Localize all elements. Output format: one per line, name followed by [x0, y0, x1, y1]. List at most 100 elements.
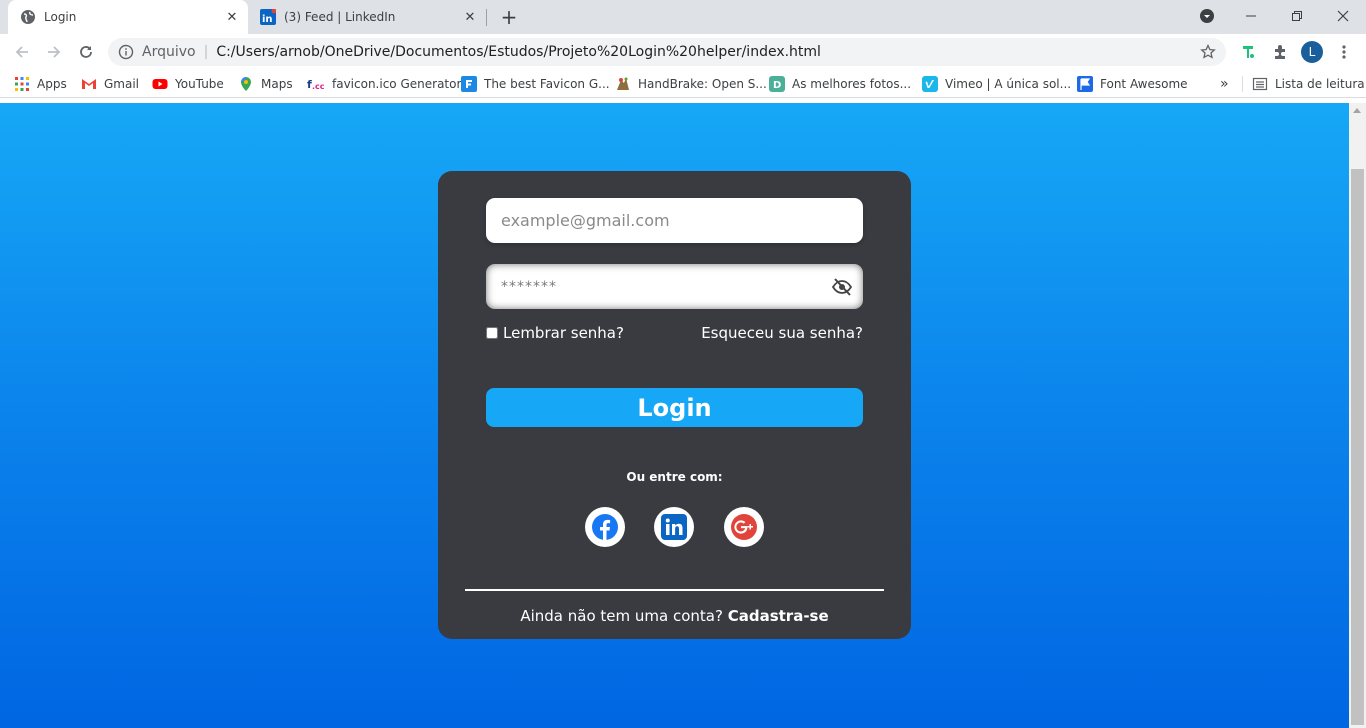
vimeo-icon — [922, 76, 938, 92]
signup-prompt: Ainda não tem uma conta? — [520, 607, 728, 625]
vertical-scrollbar[interactable] — [1349, 103, 1366, 728]
globe-icon — [20, 9, 36, 25]
favicon-cc-icon: f .cc — [307, 76, 325, 92]
bookmark-label: YouTube — [175, 77, 224, 91]
forward-button[interactable] — [40, 38, 68, 66]
apps-grid-icon — [14, 76, 30, 92]
bookmark-label: favicon.ico Generator — [332, 77, 462, 91]
font-awesome-flag-icon — [1077, 76, 1093, 92]
bookmarks-bar: Apps Gmail YouTube Maps f .cc favicon.ico… — [0, 70, 1366, 98]
facebook-icon — [592, 514, 618, 540]
maps-icon — [238, 76, 254, 92]
bookmark-label: Font Awesome — [1100, 77, 1188, 91]
alt-login-label: Ou entre com: — [626, 470, 723, 484]
signup-row: Ainda não tem uma conta? Cadastra-se — [438, 607, 911, 625]
login-button[interactable]: Login — [486, 388, 863, 427]
bookmarks-overflow-button[interactable]: » — [1220, 76, 1229, 92]
bookmark-label: HandBrake: Open S... — [638, 77, 767, 91]
bookmark-label: Apps — [37, 77, 67, 91]
favicon-generator-icon — [461, 76, 477, 92]
reading-list-icon — [1252, 76, 1268, 92]
bookmark-label: Maps — [261, 77, 293, 91]
svg-text:D: D — [773, 80, 781, 91]
reload-button[interactable] — [72, 38, 100, 66]
bookmark-favicon-generator[interactable]: The best Favicon G... — [461, 76, 610, 92]
email-input[interactable] — [486, 198, 863, 243]
bookmark-melhores-fotos[interactable]: D As melhores fotos... — [769, 76, 911, 92]
svg-text:in: in — [262, 14, 273, 25]
google-plus-login-button[interactable] — [724, 507, 764, 547]
bookmark-favicon-ico[interactable]: f .cc favicon.ico Generator — [307, 76, 461, 92]
address-bar[interactable]: Arquivo | C:/Users/arnob/OneDrive/Docume… — [108, 38, 1226, 66]
bookmark-label: The best Favicon G... — [484, 77, 610, 91]
bookmark-label: Vimeo | A única sol... — [945, 77, 1072, 91]
extension-green-icon[interactable] — [1238, 42, 1258, 62]
scrollbar-thumb[interactable] — [1351, 169, 1364, 725]
signup-link[interactable]: Cadastra-se — [728, 607, 829, 625]
google-plus-icon — [731, 514, 757, 540]
close-icon — [1337, 10, 1349, 22]
tab-title: (3) Feed | LinkedIn — [284, 10, 396, 24]
tab-separator — [486, 9, 487, 26]
forgot-password-link[interactable]: Esqueceu sua senha? — [701, 324, 863, 342]
new-tab-button[interactable]: + — [498, 6, 520, 28]
login-card: Lembrar senha? Esqueceu sua senha? Login… — [438, 171, 911, 639]
bookmark-font-awesome[interactable]: Font Awesome — [1077, 76, 1188, 92]
tab-login[interactable]: Login ✕ — [8, 0, 248, 34]
svg-text:.cc: .cc — [312, 82, 325, 91]
reading-list-label: Lista de leitura — [1275, 77, 1365, 91]
bookmark-apps[interactable]: Apps — [14, 76, 67, 92]
tab-linkedin[interactable]: in (3) Feed | LinkedIn ✕ — [250, 0, 486, 34]
linkedin-favicon-icon: in — [260, 8, 277, 25]
bookmark-maps[interactable]: Maps — [238, 76, 293, 92]
tab-title: Login — [44, 10, 77, 24]
back-button[interactable] — [8, 38, 36, 66]
arrow-right-icon — [48, 46, 61, 58]
browser-toolbar: Arquivo | C:/Users/arnob/OneDrive/Docume… — [0, 34, 1366, 70]
tab-search-button[interactable] — [1184, 0, 1230, 32]
bookmark-gmail[interactable]: Gmail — [81, 76, 139, 92]
page-background: Lembrar senha? Esqueceu sua senha? Login… — [0, 103, 1349, 728]
scroll-up-arrow-icon[interactable] — [1353, 108, 1361, 113]
bookmarks-divider — [1242, 76, 1243, 92]
bookmark-label: As melhores fotos... — [792, 77, 912, 91]
restore-button[interactable] — [1274, 0, 1320, 32]
bookmark-handbrake[interactable]: HandBrake: Open S... — [615, 76, 767, 92]
password-field — [486, 264, 863, 309]
bookmark-label: Gmail — [104, 77, 140, 91]
reload-icon — [80, 46, 92, 58]
password-input[interactable] — [486, 264, 816, 309]
tab-strip: Login ✕ in (3) Feed | LinkedIn ✕ + — [0, 0, 1366, 34]
restore-icon — [1292, 11, 1302, 21]
remember-checkbox[interactable] — [486, 327, 498, 339]
security-label: Arquivo — [142, 44, 196, 60]
bookmark-youtube[interactable]: YouTube — [152, 76, 224, 92]
bookmark-vimeo[interactable]: Vimeo | A única sol... — [922, 76, 1071, 92]
close-window-button[interactable] — [1320, 0, 1366, 32]
remember-password[interactable]: Lembrar senha? — [486, 324, 624, 342]
eye-slash-icon[interactable] — [831, 276, 853, 298]
close-tab-icon[interactable]: ✕ — [460, 7, 480, 27]
profile-avatar[interactable]: L — [1301, 41, 1323, 63]
bookmark-star-icon[interactable] — [1200, 44, 1216, 60]
linkedin-login-button[interactable] — [654, 507, 694, 547]
info-icon[interactable] — [118, 44, 134, 60]
photos-d-icon: D — [769, 76, 785, 92]
gmail-icon — [81, 76, 97, 92]
remember-label: Lembrar senha? — [503, 324, 624, 342]
youtube-icon — [152, 76, 168, 92]
browser-chrome: Login ✕ in (3) Feed | LinkedIn ✕ + Arqui… — [0, 0, 1366, 103]
close-tab-icon[interactable]: ✕ — [222, 7, 242, 27]
handbrake-icon — [615, 76, 631, 92]
minimize-button[interactable] — [1228, 0, 1274, 32]
extensions-puzzle-icon[interactable] — [1270, 42, 1290, 62]
minimize-icon — [1246, 15, 1256, 17]
facebook-login-button[interactable] — [585, 507, 625, 547]
card-divider — [465, 589, 884, 591]
url-text[interactable]: C:/Users/arnob/OneDrive/Documentos/Estud… — [216, 44, 821, 60]
reading-list-button[interactable]: Lista de leitura — [1252, 76, 1365, 92]
menu-kebab-icon[interactable] — [1334, 42, 1354, 62]
omnibox-divider: | — [203, 44, 209, 60]
arrow-left-icon — [15, 46, 28, 58]
linkedin-icon — [661, 514, 687, 540]
